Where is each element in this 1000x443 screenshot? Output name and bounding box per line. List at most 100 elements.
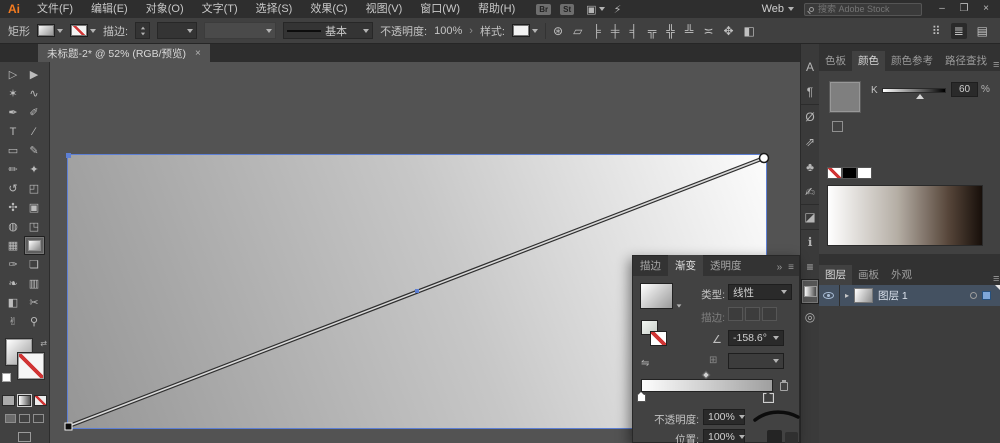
restore-button[interactable]: ❐ xyxy=(954,1,974,17)
gradient-swatch-caret-icon[interactable] xyxy=(676,304,682,308)
arrange-documents-icon[interactable]: ▣ xyxy=(586,3,605,16)
gradient-floating-panel[interactable]: 描边 渐变 透明度 » ≡ 类型: 线性 描边: ∠ -158.6° ⊞ ⇋ 不透明… xyxy=(632,255,800,443)
expand-arrow-icon[interactable]: ▸ xyxy=(845,291,849,300)
more-options-icon[interactable]: ◧ xyxy=(744,25,755,37)
type-tool[interactable]: T xyxy=(3,122,24,141)
reverse-gradient-icon[interactable]: ⇋ xyxy=(641,358,649,369)
style-control[interactable] xyxy=(512,24,538,37)
symbol-sprayer-tool[interactable]: ❧ xyxy=(3,274,24,293)
panel-tab[interactable]: 描边 xyxy=(633,255,668,276)
menu-item[interactable]: 视图(V) xyxy=(357,0,412,18)
export-panel-icon[interactable]: ⇗ xyxy=(801,129,819,154)
gradient-stop-start[interactable] xyxy=(637,392,646,402)
opacity-value[interactable]: 100% xyxy=(434,25,462,37)
graphic-styles-panel-icon[interactable]: ◪ xyxy=(801,204,819,229)
stroke-panel-icon[interactable]: ≡ xyxy=(801,254,819,279)
panel-tab[interactable]: 路径查找 xyxy=(939,51,993,71)
white-swatch[interactable] xyxy=(857,167,872,179)
center-anchor[interactable] xyxy=(415,289,419,293)
panel-menu-icon[interactable]: ≡ xyxy=(993,59,1000,71)
layer-target-icon[interactable] xyxy=(970,292,978,299)
layer-thumbnail[interactable] xyxy=(854,288,874,303)
gradient-mode-button[interactable] xyxy=(17,394,32,407)
magic-wand-tool[interactable]: ✶ xyxy=(3,84,24,103)
gradient-midpoint-diamond[interactable] xyxy=(701,370,711,380)
symbols-panel-icon[interactable]: ♣ xyxy=(801,154,819,179)
panel-tab[interactable]: 颜色参考 xyxy=(885,51,939,71)
menu-item[interactable]: 文件(F) xyxy=(28,0,82,18)
opentype-panel-icon[interactable]: Ø xyxy=(801,104,819,129)
brushes-panel-icon[interactable]: ✍ xyxy=(801,179,819,204)
align-center-icon[interactable]: ╪ xyxy=(611,25,620,37)
gradient-type-select[interactable]: 线性 xyxy=(728,284,792,300)
panel-menu-icon[interactable]: ≡ xyxy=(788,262,794,273)
fill-swatch[interactable] xyxy=(37,24,55,37)
scale-tool[interactable]: ◰ xyxy=(24,179,45,198)
stop-opacity-select[interactable]: 100% xyxy=(703,409,745,425)
align-bottom-icon[interactable]: ╩ xyxy=(685,25,694,37)
color-spectrum-ramp[interactable] xyxy=(827,185,983,246)
workspace-switcher[interactable]: Web xyxy=(762,3,794,15)
layer-name[interactable]: 图层 1 xyxy=(878,288,965,303)
visibility-eye-icon[interactable] xyxy=(823,292,834,299)
gradient-tool[interactable] xyxy=(23,236,45,255)
workspace-panel-icon[interactable]: ▤ xyxy=(977,25,988,37)
delete-stop-icon[interactable] xyxy=(780,380,788,391)
gradient-end-handle[interactable] xyxy=(758,152,770,164)
stroke-weight-select[interactable] xyxy=(157,22,198,39)
align-left-icon[interactable]: ╞ xyxy=(592,25,601,37)
menu-item[interactable]: 文字(T) xyxy=(193,0,247,18)
black-swatch[interactable] xyxy=(842,167,857,179)
toolbar-stroke-swatch[interactable] xyxy=(18,353,44,379)
transform-icon[interactable]: ✥ xyxy=(723,25,733,37)
stock-icon[interactable]: St xyxy=(560,3,575,15)
gradient-start-handle[interactable] xyxy=(64,422,73,431)
graph-tool[interactable]: ▥ xyxy=(24,274,45,293)
anchor-top-left[interactable] xyxy=(66,153,71,158)
menu-item[interactable]: 对象(O) xyxy=(137,0,193,18)
draw-normal-button[interactable] xyxy=(5,414,16,423)
swap-fill-stroke-icon[interactable]: ⇄ xyxy=(40,339,47,348)
direct-selection-tool[interactable]: ▶ xyxy=(24,65,45,84)
panel-tab[interactable]: 透明度 xyxy=(703,255,749,276)
k-slider[interactable] xyxy=(882,88,946,93)
align-middle-icon[interactable]: ╬ xyxy=(666,25,675,37)
transparency-panel-icon[interactable]: ◎ xyxy=(801,304,819,329)
document-tab[interactable]: 未标题-2* @ 52% (RGB/预览) × xyxy=(38,44,210,62)
menu-item[interactable]: 效果(C) xyxy=(301,0,356,18)
eyedropper-tool[interactable]: ✑ xyxy=(3,255,24,274)
mesh-tool[interactable]: ▦ xyxy=(3,236,24,255)
dock-arrange-icon[interactable]: ≣ xyxy=(950,22,967,39)
panel-tab[interactable]: 画板 xyxy=(852,265,885,285)
panel-tab[interactable]: 外观 xyxy=(885,265,918,285)
draw-behind-button[interactable] xyxy=(19,414,30,423)
menu-item[interactable]: 选择(S) xyxy=(247,0,302,18)
align-right-icon[interactable]: ╡ xyxy=(629,25,638,37)
rotate-tool[interactable]: ↺ xyxy=(3,179,24,198)
paragraph-panel-icon[interactable]: ¶ xyxy=(801,79,819,104)
align-top-icon[interactable]: ╦ xyxy=(648,25,657,37)
layer-selection-indicator[interactable] xyxy=(982,291,992,300)
gradient-panel-icon[interactable] xyxy=(801,279,819,304)
none-swatch[interactable] xyxy=(827,167,842,179)
color-fill-proxy[interactable] xyxy=(829,81,861,113)
perspective-grid-tool[interactable]: ◳ xyxy=(24,217,45,236)
shaper-tool[interactable]: ✦ xyxy=(24,160,45,179)
stroke-swatch[interactable] xyxy=(70,24,88,37)
character-panel-icon[interactable]: A xyxy=(801,54,819,79)
pencil-tool[interactable]: ✏ xyxy=(3,160,24,179)
panel-menu-icon[interactable]: ≡ xyxy=(993,273,1000,285)
gradient-angle-field[interactable]: -158.6° xyxy=(728,330,784,346)
selection-tool[interactable]: ▷ xyxy=(3,65,24,84)
zoom-tool[interactable]: ⚲ xyxy=(24,312,45,331)
blend-tool[interactable]: ❏ xyxy=(24,255,45,274)
none-mode-button[interactable] xyxy=(34,395,47,406)
info-panel-icon[interactable]: ℹ xyxy=(801,229,819,254)
k-slider-thumb[interactable] xyxy=(916,94,924,99)
color-mode-button[interactable] xyxy=(2,395,15,406)
style-swatch[interactable] xyxy=(512,24,530,37)
layer-row[interactable]: ▸ 图层 1 xyxy=(819,285,1000,306)
minimize-button[interactable]: – xyxy=(932,1,952,17)
fill-color-control[interactable] xyxy=(37,24,63,37)
stop-location-select[interactable]: 100% xyxy=(703,429,745,443)
